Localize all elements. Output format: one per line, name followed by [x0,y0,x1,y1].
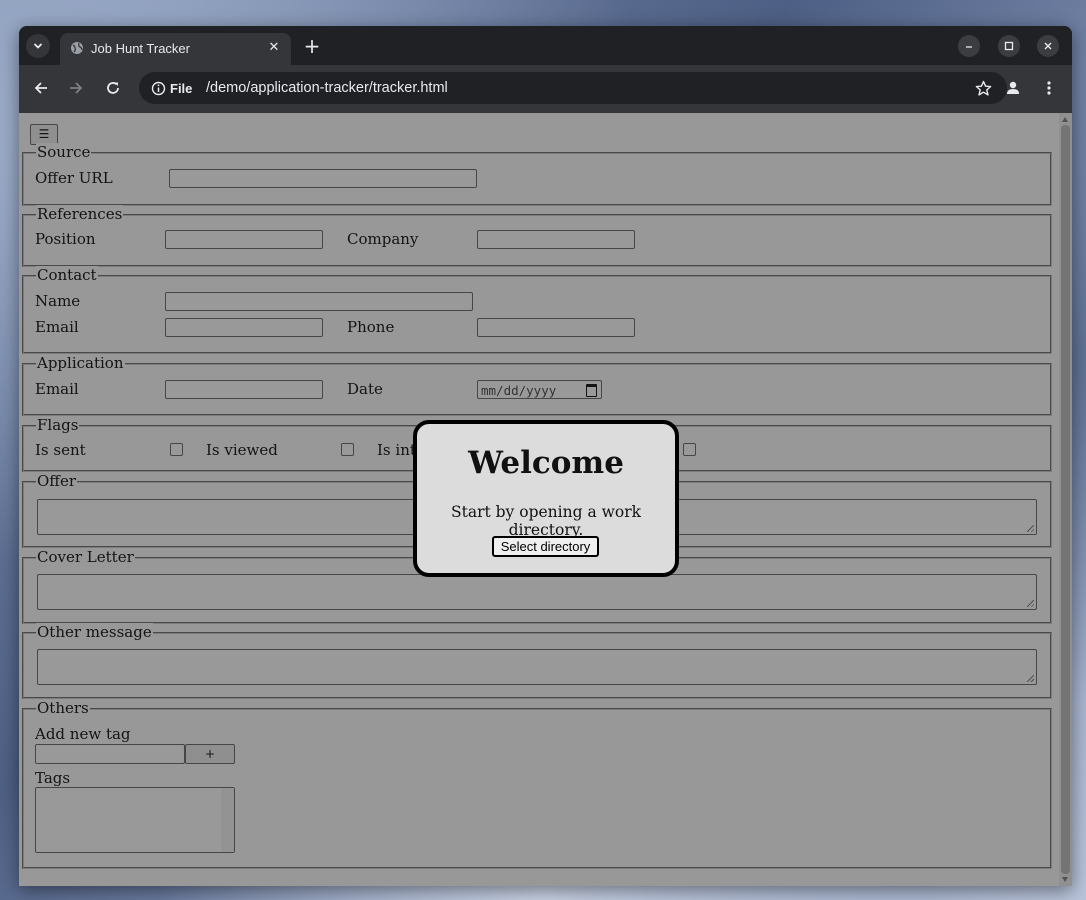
minimize-icon [966,46,972,48]
arrow-right-icon [70,82,83,94]
tab-strip: Job Hunt Tracker ✕ + [19,26,1072,65]
tab-close-icon[interactable]: ✕ [265,38,283,56]
arrow-left-icon [34,82,47,94]
minimize-button[interactable] [958,35,980,57]
tab-search-button[interactable] [26,34,50,58]
maximize-icon [1004,41,1014,51]
page-viewport: ☰ Source Offer URL References Position C… [19,113,1072,886]
welcome-dialog: Welcome Start by opening a work director… [413,420,679,577]
close-icon [1044,42,1052,50]
tab-title: Job Hunt Tracker [91,41,190,56]
url-text[interactable]: /demo/application-tracker/tracker.html [206,80,448,96]
chevron-down-icon [33,43,43,49]
site-info-button[interactable]: File [145,76,200,100]
profile-icon [1007,81,1019,94]
tab-active[interactable]: Job Hunt Tracker ✕ [60,33,291,65]
more-vertical-icon [1047,81,1051,95]
forward-button[interactable] [65,77,87,99]
bookmark-star-icon[interactable] [973,78,993,98]
dialog-title: Welcome [468,445,624,481]
browser-toolbar: File /demo/application-tracker/tracker.h… [19,65,1072,113]
globe-icon [71,42,83,54]
profile-button[interactable] [1002,77,1024,99]
dialog-message: Start by opening a work directory. [450,503,642,539]
close-window-button[interactable] [1037,35,1059,57]
browser-menu-button[interactable] [1038,77,1060,99]
new-tab-icon[interactable]: + [301,36,323,58]
back-button[interactable] [30,77,52,99]
address-bar[interactable]: File /demo/application-tracker/tracker.h… [139,72,1007,104]
reload-button[interactable] [102,77,124,99]
select-directory-button[interactable]: Select directory [492,536,599,557]
browser-window: Job Hunt Tracker ✕ + File /demo/applicat… [19,26,1072,886]
reload-icon [107,82,119,94]
site-info-label: File [170,80,193,96]
maximize-button[interactable] [998,35,1020,57]
info-icon [151,81,166,95]
